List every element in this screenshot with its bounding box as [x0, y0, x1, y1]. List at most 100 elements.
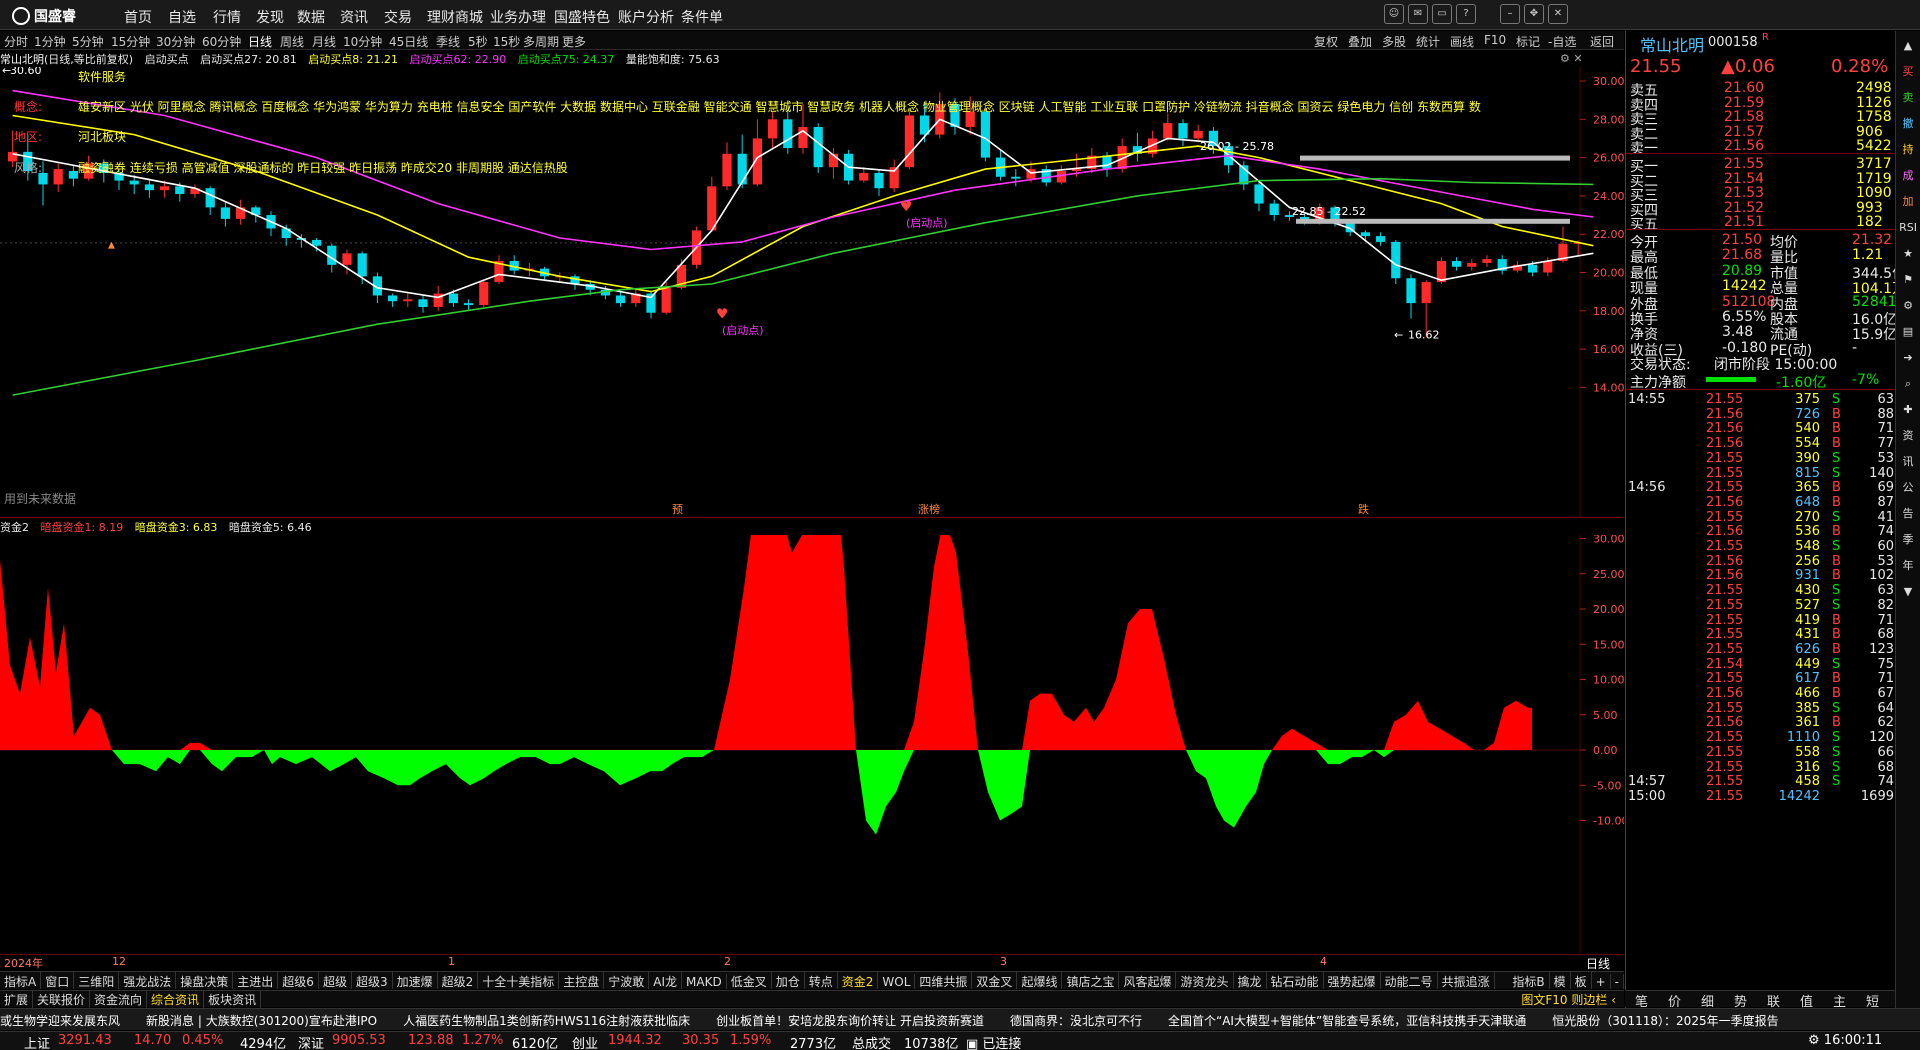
info-tab[interactable]: 关联报价 [33, 991, 91, 1008]
side-button[interactable]: 加 [1899, 193, 1917, 211]
indicator-tab[interactable]: 三维阳 [74, 972, 120, 989]
chart-mode[interactable]: (日线,等比前复权) [44, 53, 133, 66]
candle-body[interactable] [1421, 282, 1431, 304]
period-tab-more[interactable]: 更多 [562, 33, 586, 50]
indicator-tab-tool[interactable]: 指标B [1508, 972, 1550, 989]
restore-icon[interactable]: ✥ [1524, 4, 1544, 24]
side-button[interactable]: 成 [1899, 167, 1917, 185]
side-button[interactable]: 讯 [1899, 453, 1917, 471]
candle-body[interactable] [1269, 203, 1279, 216]
candle-body[interactable] [342, 253, 352, 265]
indicator-tab[interactable]: 强势起爆 [1324, 972, 1381, 989]
candle-body[interactable] [464, 303, 474, 306]
tool-multi-stock[interactable]: 多股 [1382, 33, 1406, 50]
candle-body[interactable] [1178, 123, 1188, 139]
indicator-tab[interactable]: 超级2 [438, 972, 479, 989]
candle-body[interactable] [479, 282, 489, 306]
period-tab[interactable]: 多周期 [523, 33, 559, 50]
menu-features[interactable]: 国盛特色 [554, 7, 610, 27]
indicator-tab[interactable]: 十全十美指标 [478, 972, 560, 989]
side-button[interactable]: 持 [1899, 141, 1917, 159]
info-tab[interactable]: 扩展 [0, 991, 34, 1008]
candle-body[interactable] [205, 188, 215, 208]
candle-body[interactable] [1193, 130, 1203, 139]
tool-draw[interactable]: 画线 [1450, 33, 1474, 50]
menu-news[interactable]: 资讯 [340, 7, 368, 27]
indicator-tab[interactable]: 双金叉 [972, 972, 1018, 989]
fund-flow-chart[interactable]: 40.0035.0030.0025.0020.0015.0010.005.000… [0, 535, 1624, 953]
star-icon[interactable]: ★ [1899, 245, 1917, 263]
candle-body[interactable] [768, 119, 778, 139]
indicator-tab[interactable]: 风客起爆 [1119, 972, 1177, 989]
period-tab[interactable]: 5秒 [468, 33, 488, 50]
indicator-tab[interactable]: MAKD [682, 974, 727, 989]
arrow-down-icon[interactable]: ▼ [1899, 583, 1917, 601]
tool-statistics[interactable]: 统计 [1416, 33, 1440, 50]
menu-discover[interactable]: 发现 [256, 7, 284, 27]
period-tab[interactable]: 季线 [436, 33, 460, 50]
candle-body[interactable] [175, 186, 185, 194]
gear-icon[interactable]: ⚙ [1899, 297, 1917, 315]
info-tab[interactable]: 资金流向 [90, 991, 148, 1008]
period-tab[interactable]: 分时 [4, 33, 28, 50]
indicator-tab[interactable]: 擒龙 [1234, 972, 1267, 989]
quote-tab[interactable]: 短 [1866, 991, 1879, 1010]
tool-mark[interactable]: 标记 [1516, 33, 1540, 50]
app-logo[interactable]: 国盛睿 [12, 6, 76, 26]
news-item[interactable]: 全国首个“AI大模型+智能体”智能查号系统，亚信科技携手天津联通 [1168, 1014, 1526, 1028]
indicator-tab[interactable]: 镇店之宝 [1062, 972, 1120, 989]
period-tab[interactable]: 1分钟 [34, 33, 66, 50]
indicator-tab[interactable]: WOL [878, 974, 916, 989]
arrow-up-icon[interactable]: ▲ [1899, 37, 1917, 55]
candle-body[interactable] [616, 295, 626, 304]
info-tab[interactable]: 综合资讯 [147, 991, 205, 1008]
candle-body[interactable] [8, 151, 18, 162]
candle-body[interactable] [1467, 262, 1477, 267]
menu-watchlist[interactable]: 自选 [168, 7, 196, 27]
tool-overlay[interactable]: 叠加 [1348, 33, 1372, 50]
indicator-tab[interactable]: 四维共振 [915, 972, 973, 989]
candle-body[interactable] [661, 287, 671, 313]
candle-body[interactable] [904, 115, 914, 168]
tool-restore-rights[interactable]: 复权 [1314, 33, 1338, 50]
search-icon[interactable]: ⌕ [1899, 375, 1917, 393]
candle-body[interactable] [403, 299, 413, 302]
candle-body[interactable] [144, 184, 154, 191]
period-tab[interactable]: 周线 [280, 33, 304, 50]
indicator-tab-tool[interactable]: - [1611, 974, 1624, 989]
news-ticker[interactable]: 或生物学迎来发展东风 新股消息 | 大族数控(301200)宣布赴港IPO 人福医药… [0, 1008, 1920, 1030]
candle-body[interactable] [737, 153, 747, 185]
candle-body[interactable] [1543, 261, 1553, 273]
quote-tab[interactable]: 势 [1734, 991, 1747, 1010]
indicator-tab[interactable]: 低金叉 [727, 972, 772, 989]
candle-body[interactable] [1376, 236, 1386, 242]
sz-index-label[interactable]: 深证 [298, 1033, 324, 1050]
candle-body[interactable] [1254, 184, 1264, 204]
indicator-tab[interactable]: AI龙 [649, 972, 683, 989]
book-icon[interactable]: ▤ [1899, 323, 1917, 341]
close-icon[interactable]: ✕ [1548, 4, 1568, 24]
period-tab[interactable]: 45日线 [389, 33, 428, 50]
plus-icon[interactable]: ✚ [1899, 401, 1917, 419]
candle-body[interactable] [357, 253, 367, 277]
candle-body[interactable] [1452, 261, 1462, 267]
indicator-tab[interactable]: 加速爆 [393, 972, 438, 989]
candle-body[interactable] [1360, 232, 1370, 237]
candle-body[interactable] [1391, 241, 1401, 279]
indicator-tab[interactable]: 超级 [319, 972, 352, 989]
candle-body[interactable] [1528, 264, 1538, 273]
candle-body[interactable] [53, 169, 63, 185]
candle-body[interactable] [418, 299, 428, 307]
candle-body[interactable] [874, 172, 884, 189]
candle-body[interactable] [1482, 259, 1492, 263]
menu-data[interactable]: 数据 [297, 7, 325, 27]
indicator-tab[interactable]: 资金2 [838, 972, 879, 989]
indicator-tab[interactable]: 强龙战法 [119, 972, 177, 989]
indicator-tab[interactable]: 转点 [805, 972, 838, 989]
candle-body[interactable] [312, 239, 322, 246]
indicator-tab[interactable]: 窗口 [41, 972, 75, 989]
side-button[interactable]: RSI [1899, 219, 1917, 237]
side-button[interactable]: 季 [1899, 531, 1917, 549]
period-tab[interactable]: 30分钟 [156, 33, 195, 50]
indicator-tab[interactable]: 超级6 [278, 972, 319, 989]
